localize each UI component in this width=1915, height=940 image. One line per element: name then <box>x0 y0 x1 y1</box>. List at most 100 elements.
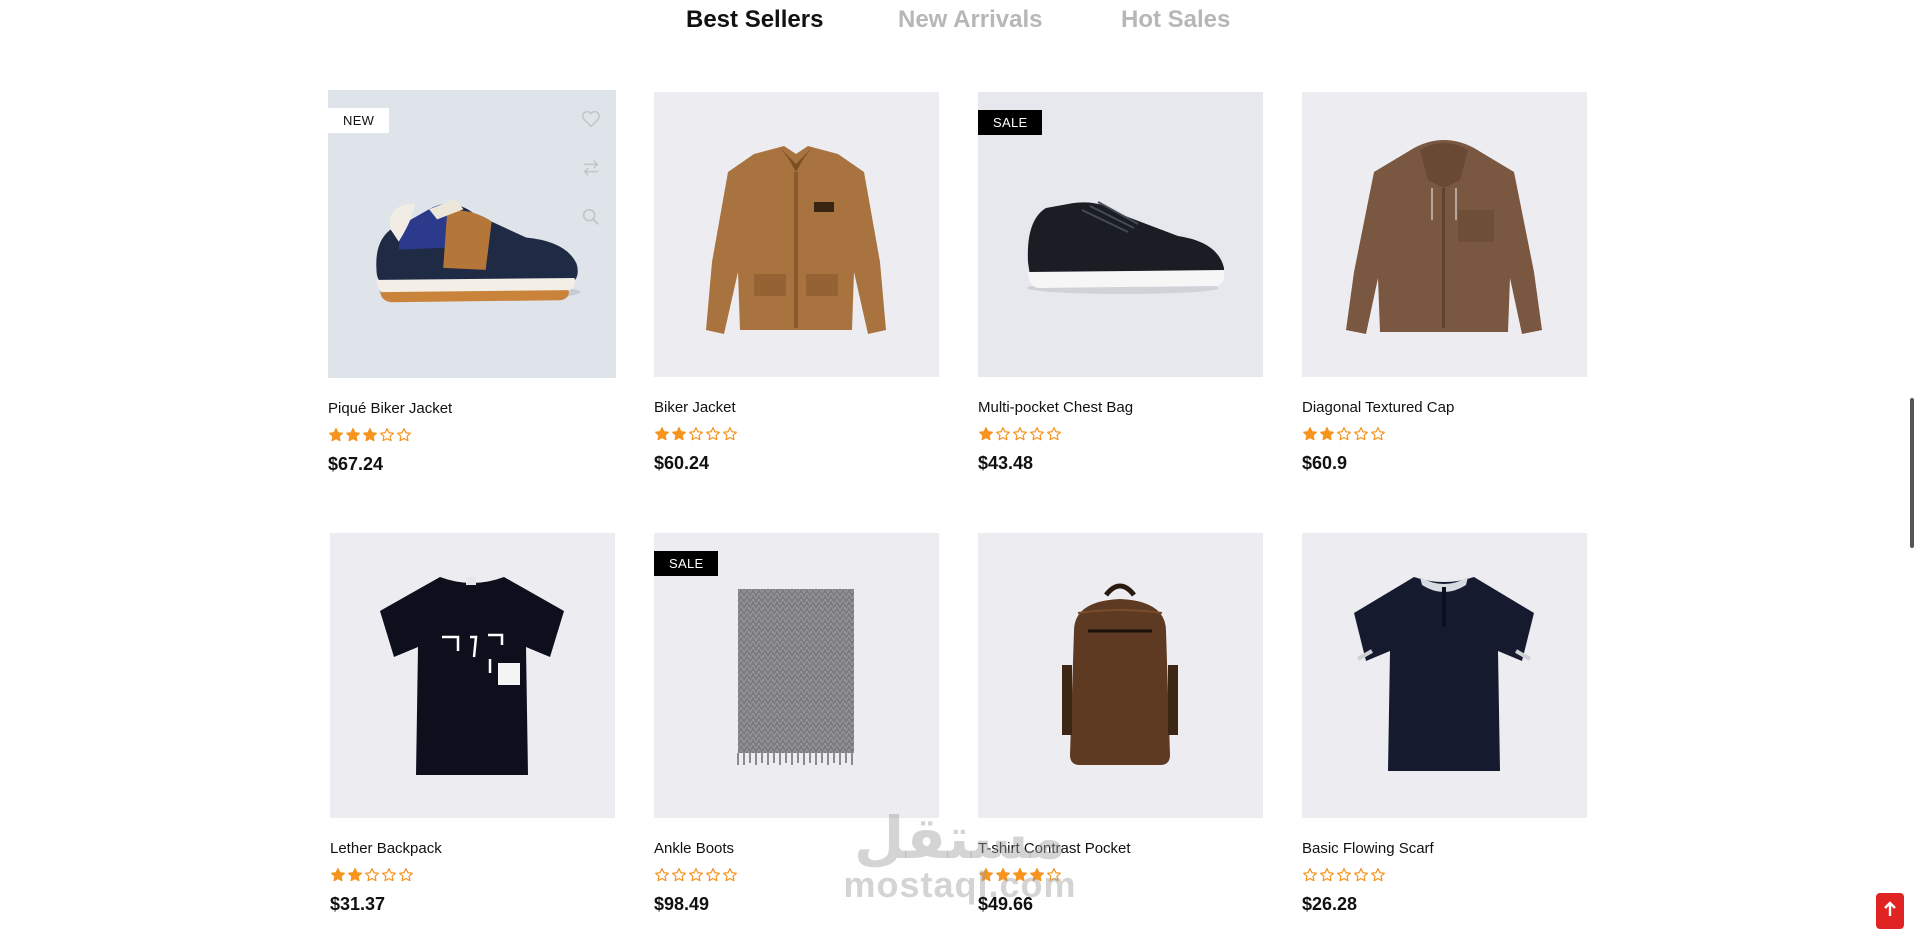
product-card[interactable]: Basic Flowing Scarf $26.28 <box>1302 533 1587 915</box>
rating-stars <box>330 867 615 883</box>
card-action-icons <box>580 108 602 255</box>
star-empty-icon <box>722 426 738 442</box>
product-image[interactable] <box>978 533 1263 818</box>
star-empty-icon <box>1336 426 1352 442</box>
product-price: $60.9 <box>1302 453 1348 473</box>
rating-stars <box>654 867 939 883</box>
tab-hot-sales[interactable]: Hot Sales <box>1121 6 1230 34</box>
star-empty-icon <box>1302 867 1318 883</box>
product-price: $26.28 <box>1302 894 1358 914</box>
tab-new-arrivals[interactable]: New Arrivals <box>898 6 1043 34</box>
product-card[interactable]: Biker Jacket $60.24 <box>654 92 939 474</box>
product-card[interactable]: SALE Ankle Boots $98.49 <box>654 533 939 915</box>
star-empty-icon <box>1029 426 1045 442</box>
product-image[interactable] <box>330 533 615 818</box>
product-card[interactable]: T-shirt Contrast Pocket $49.66 <box>978 533 1263 915</box>
star-filled-icon <box>1012 867 1028 883</box>
compare-icon[interactable] <box>580 157 602 179</box>
product-name[interactable]: Ankle Boots <box>654 840 939 860</box>
star-empty-icon <box>1336 867 1352 883</box>
star-empty-icon <box>1319 867 1335 883</box>
heart-icon[interactable] <box>580 108 602 130</box>
tab-best-sellers[interactable]: Best Sellers <box>686 6 823 34</box>
product-card[interactable]: Lether Backpack $31.37 <box>330 533 615 915</box>
star-empty-icon <box>688 426 704 442</box>
star-empty-icon <box>1353 867 1369 883</box>
star-filled-icon <box>330 867 346 883</box>
product-name[interactable]: Lether Backpack <box>330 840 615 860</box>
rating-stars <box>978 426 1263 442</box>
star-filled-icon <box>362 427 378 443</box>
star-empty-icon <box>396 427 412 443</box>
jacket-image <box>654 92 939 377</box>
product-image[interactable]: NEW <box>328 90 616 378</box>
star-filled-icon <box>978 867 994 883</box>
star-empty-icon <box>995 426 1011 442</box>
rating-stars <box>1302 426 1587 442</box>
star-empty-icon <box>705 426 721 442</box>
star-filled-icon <box>1029 867 1045 883</box>
rating-stars <box>978 867 1263 883</box>
star-filled-icon <box>995 867 1011 883</box>
star-empty-icon <box>1370 426 1386 442</box>
star-empty-icon <box>1046 426 1062 442</box>
sneaker-image <box>328 90 616 378</box>
product-image[interactable]: SALE <box>654 533 939 818</box>
star-filled-icon <box>1302 426 1318 442</box>
star-empty-icon <box>1046 867 1062 883</box>
star-empty-icon <box>688 867 704 883</box>
product-name[interactable]: Multi-pocket Chest Bag <box>978 399 1263 419</box>
star-empty-icon <box>1353 426 1369 442</box>
product-image[interactable] <box>654 92 939 377</box>
product-image[interactable] <box>1302 92 1587 377</box>
product-name[interactable]: Piqué Biker Jacket <box>328 400 613 420</box>
product-name[interactable]: Diagonal Textured Cap <box>1302 399 1587 419</box>
star-empty-icon <box>1370 867 1386 883</box>
star-filled-icon <box>347 867 363 883</box>
product-price: $43.48 <box>978 453 1034 473</box>
star-empty-icon <box>722 867 738 883</box>
rating-stars <box>328 427 613 443</box>
product-name[interactable]: Basic Flowing Scarf <box>1302 840 1587 860</box>
badge: SALE <box>978 110 1043 135</box>
star-empty-icon <box>671 867 687 883</box>
backpack-image <box>978 533 1263 818</box>
product-price: $31.37 <box>330 894 386 914</box>
product-price: $49.66 <box>978 894 1034 914</box>
star-empty-icon <box>398 867 414 883</box>
star-empty-icon <box>1012 426 1028 442</box>
product-price: $98.49 <box>654 894 710 914</box>
search-icon[interactable] <box>580 206 602 228</box>
product-image[interactable] <box>1302 533 1587 818</box>
rating-stars <box>654 426 939 442</box>
product-card[interactable]: SALE Multi-pocket Chest Bag $43.48 <box>978 92 1263 474</box>
star-empty-icon <box>705 867 721 883</box>
product-name[interactable]: Biker Jacket <box>654 399 939 419</box>
star-filled-icon <box>671 426 687 442</box>
product-card[interactable]: Diagonal Textured Cap $60.9 <box>1302 92 1587 474</box>
scroll-to-top-button[interactable] <box>1876 893 1904 929</box>
star-empty-icon <box>364 867 380 883</box>
star-filled-icon <box>345 427 361 443</box>
polo-image <box>1302 533 1587 818</box>
hoodie-shirt-image <box>1302 92 1587 377</box>
rating-stars <box>1302 867 1587 883</box>
tshirt-image <box>330 533 615 818</box>
star-empty-icon <box>379 427 395 443</box>
star-filled-icon <box>978 426 994 442</box>
product-image[interactable]: SALE <box>978 92 1263 377</box>
arrow-up-icon <box>1882 900 1898 923</box>
product-filter-tabs: Best Sellers New Arrivals Hot Sales <box>0 6 1915 40</box>
product-card[interactable]: NEW Piqué Biker Jacket $67.24 <box>328 90 616 475</box>
badge: SALE <box>654 551 719 576</box>
star-empty-icon <box>381 867 397 883</box>
product-price: $60.24 <box>654 453 710 473</box>
product-price: $67.24 <box>328 454 384 474</box>
star-filled-icon <box>328 427 344 443</box>
product-name[interactable]: T-shirt Contrast Pocket <box>978 840 1263 860</box>
star-filled-icon <box>654 426 670 442</box>
star-empty-icon <box>654 867 670 883</box>
scrollbar-thumb[interactable] <box>1910 398 1914 548</box>
star-filled-icon <box>1319 426 1335 442</box>
badge: NEW <box>328 108 390 133</box>
